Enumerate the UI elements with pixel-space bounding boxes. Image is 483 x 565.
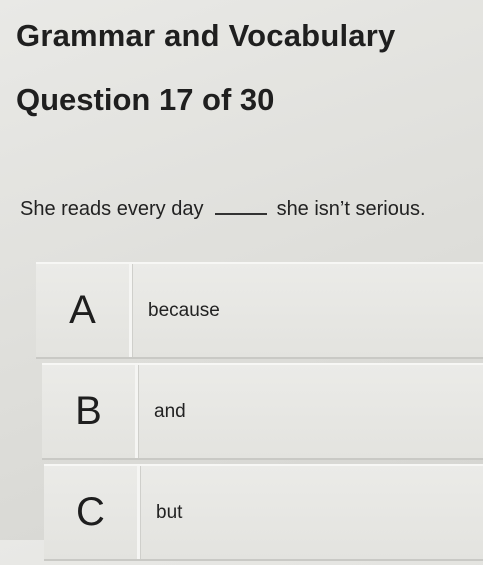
option-c[interactable]: C but — [44, 464, 483, 561]
option-b-letter: B — [42, 365, 138, 458]
option-a[interactable]: A because — [36, 262, 483, 359]
answer-blank — [215, 212, 267, 215]
option-b-text: and — [154, 400, 186, 422]
question-text-after-blank: she isn’t serious. — [276, 198, 426, 220]
option-a-text: because — [148, 299, 220, 321]
option-a-letter: A — [36, 264, 132, 357]
page-title: Grammar and Vocabulary — [16, 18, 396, 53]
question-sentence: She reads every day she isn’t serious. — [20, 198, 426, 221]
answer-options: A because B and C but — [36, 262, 483, 565]
question-text-before-blank: She reads every day — [20, 198, 204, 220]
option-c-text: but — [156, 501, 183, 523]
question-counter: Question 17 of 30 — [16, 82, 275, 117]
option-c-letter: C — [44, 466, 140, 559]
option-b[interactable]: B and — [42, 363, 483, 460]
